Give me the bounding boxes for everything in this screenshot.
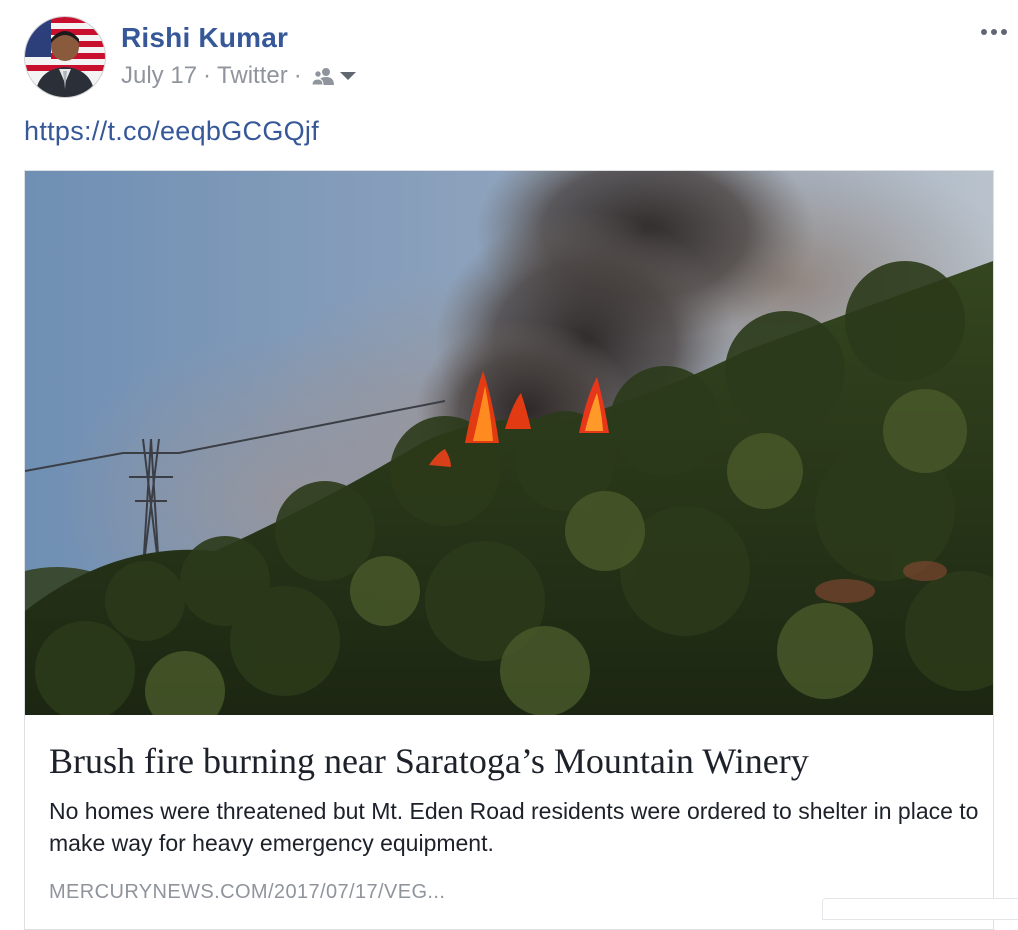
corner-panel [822,898,1018,920]
post-link[interactable]: https://t.co/eeqbGCGQjf [24,116,319,147]
post-meta: July 17 · Twitter · [121,62,358,90]
meta-separator: · [293,62,302,89]
avatar[interactable] [24,16,106,98]
post-source[interactable]: Twitter [217,62,288,90]
more-options-button[interactable] [976,20,1012,44]
caret-down-icon [339,72,356,80]
post-header: Rishi Kumar July 17 · Twitter · [24,16,1007,98]
author-name[interactable]: Rishi Kumar [121,22,288,54]
post-date[interactable]: July 17 [121,62,197,90]
card-image[interactable] [25,171,993,715]
avatar-image [25,17,105,97]
link-preview-card[interactable]: Brush fire burning near Saratoga’s Mount… [24,170,994,930]
friends-icon [311,68,334,85]
card-title[interactable]: Brush fire burning near Saratoga’s Mount… [49,739,979,783]
more-horizontal-icon [981,29,1007,35]
card-description: No homes were threatened but Mt. Eden Ro… [49,798,979,856]
audience-selector[interactable] [311,67,358,85]
card-body: Brush fire burning near Saratoga’s Mount… [49,739,979,904]
meta-separator: · [203,62,212,89]
